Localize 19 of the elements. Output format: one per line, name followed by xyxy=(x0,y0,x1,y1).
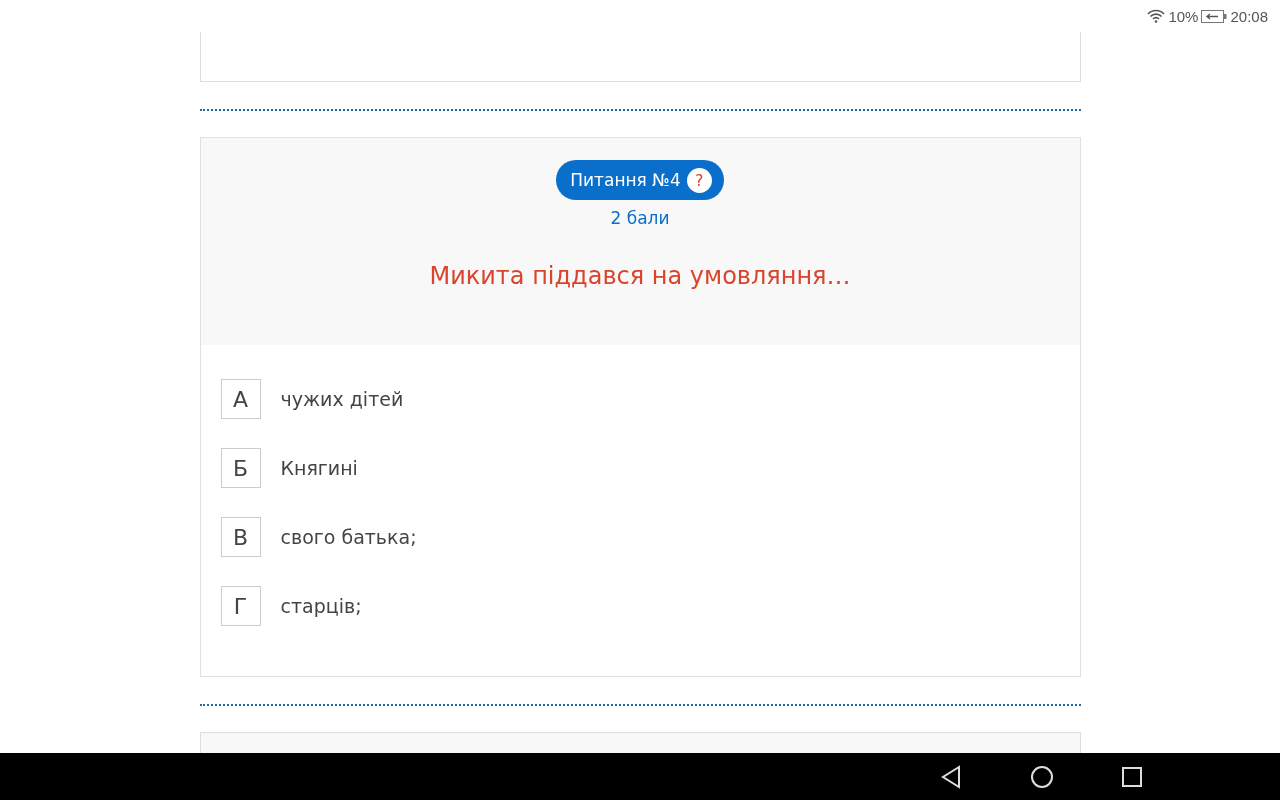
clock-time: 20:08 xyxy=(1230,7,1268,25)
help-button[interactable]: ? xyxy=(686,167,712,193)
answer-option-text[interactable]: старців; xyxy=(280,595,362,617)
question-text: Микита піддався на умовляння… xyxy=(429,262,851,290)
question-number: Питання №4 xyxy=(570,170,681,190)
answer-letter-box[interactable]: А xyxy=(220,379,261,419)
home-icon[interactable] xyxy=(1030,764,1054,789)
answer-letter-box[interactable]: Б xyxy=(220,448,261,488)
battery-charging-icon xyxy=(1201,9,1228,23)
battery-percent: 10% xyxy=(1168,7,1199,25)
answer-option-text[interactable]: чужих дітей xyxy=(280,388,404,410)
wifi-icon xyxy=(1147,9,1166,23)
answer-option-text[interactable]: свого батька; xyxy=(280,526,417,548)
points-label: 2 бали xyxy=(610,208,670,228)
answer-letter-box[interactable]: В xyxy=(220,517,261,557)
answer-option-text[interactable]: Княгині xyxy=(280,457,358,479)
recents-icon[interactable] xyxy=(1122,766,1142,787)
answer-letter-box[interactable]: Г xyxy=(220,586,261,626)
back-icon[interactable] xyxy=(940,764,962,789)
